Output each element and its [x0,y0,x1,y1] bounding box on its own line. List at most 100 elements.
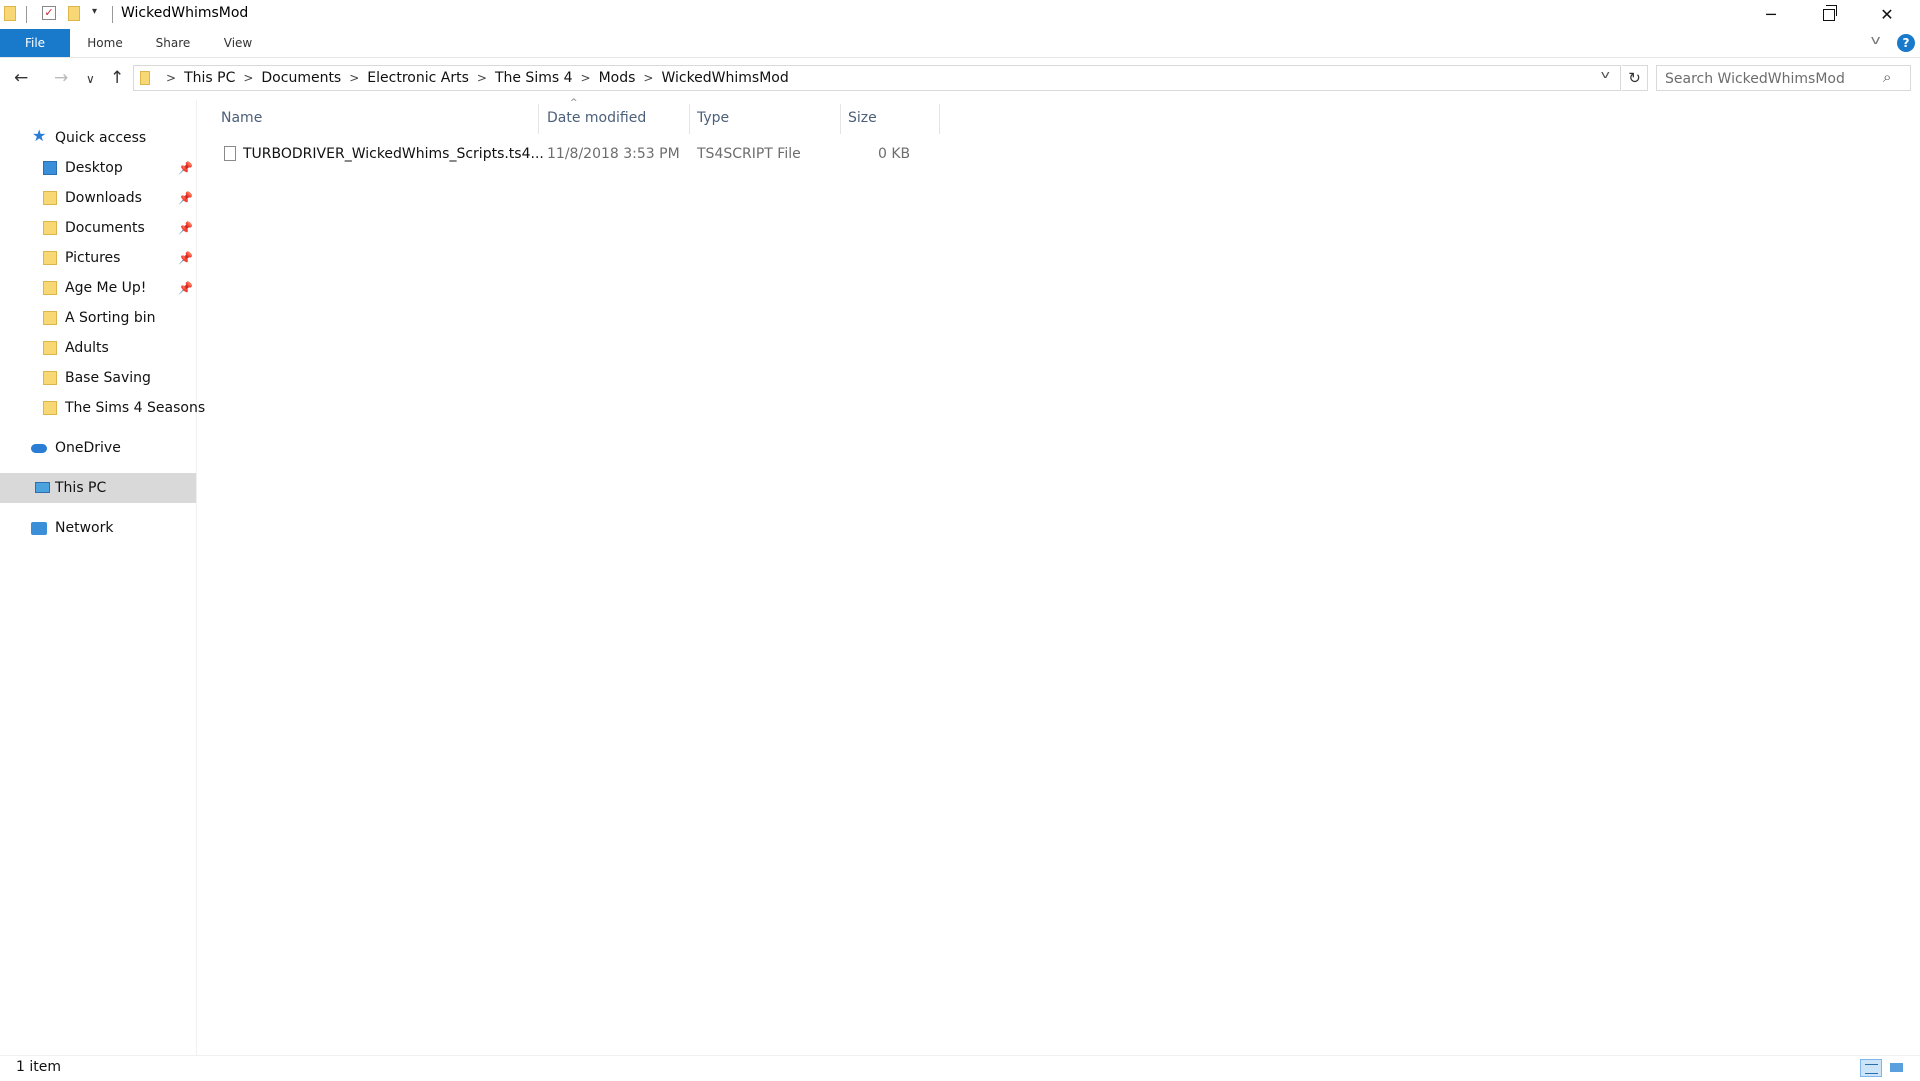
details-view-button[interactable] [1860,1059,1882,1077]
sidebar-item-the-sims-4-seasons[interactable]: The Sims 4 Seasons [0,393,205,423]
tab-home[interactable]: Home [70,29,140,57]
pin-icon[interactable]: 📌 [178,243,193,273]
table-row[interactable]: TURBODRIVER_WickedWhims_Scripts.ts4... 1… [218,142,940,166]
window-title: WickedWhimsMod [121,5,249,21]
tab-view[interactable]: View [206,29,270,57]
file-type: TS4SCRIPT File [697,146,801,162]
large-icons-view-button[interactable] [1886,1059,1908,1077]
sidebar-item-label: The Sims 4 Seasons [65,400,206,416]
column-header-name[interactable]: Name [221,100,262,136]
search-input[interactable] [1663,69,1877,89]
tab-share[interactable]: Share [140,29,206,57]
breadcrumb-separator-icon[interactable]: > [477,66,487,90]
navigation-pane: ★ Quick access Desktop 📌 Downloads 📌 Doc… [0,100,205,1055]
folder-icon [43,371,57,385]
folder-icon[interactable] [4,6,16,21]
restore-icon [1823,5,1837,21]
sidebar-item-pictures[interactable]: Pictures 📌 [0,243,196,273]
sidebar-item-label: Documents [65,220,145,236]
folder-icon [43,311,57,325]
network-icon [31,522,47,535]
forward-arrow-icon[interactable]: → [54,68,68,88]
nav-this-pc[interactable]: This PC [0,473,196,503]
sidebar-item-documents[interactable]: Documents 📌 [0,213,196,243]
nav-onedrive[interactable]: OneDrive [0,433,196,463]
breadcrumb-separator-icon[interactable]: > [643,66,653,90]
pictures-folder-icon [43,251,57,265]
sidebar-item-label: Downloads [65,190,142,206]
column-header-date-modified[interactable]: Date modified [547,100,646,136]
sidebar-item-age-me-up[interactable]: Age Me Up! 📌 [0,273,196,303]
search-box[interactable]: ⌕ [1656,65,1911,91]
breadcrumb-separator-icon[interactable]: > [166,66,176,90]
file-date-modified: 11/8/2018 3:53 PM [547,146,680,162]
downloads-folder-icon [43,191,57,205]
column-divider[interactable] [689,104,690,134]
breadcrumb-documents[interactable]: Documents [261,66,341,90]
refresh-icon: ↻ [1628,69,1641,87]
up-arrow-icon[interactable]: ↑ [110,68,124,88]
sidebar-item-a-sorting-bin[interactable]: A Sorting bin [0,303,196,333]
address-bar[interactable]: > This PC > Documents > Electronic Arts > The S… [133,65,1621,91]
back-arrow-icon[interactable]: ← [14,68,28,88]
details-view-icon [1865,1064,1878,1074]
nav-quick-access[interactable]: ★ Quick access [0,123,196,153]
expand-ribbon-icon[interactable]: v [1871,33,1881,47]
sidebar-item-adults[interactable]: Adults [0,333,196,363]
address-row: ← → ∨ ↑ > This PC > Documents > Electronic Ar… [0,58,1920,100]
maximize-button[interactable] [1800,0,1858,29]
status-bar: 1 item [0,1055,1920,1081]
new-folder-icon[interactable] [68,6,80,21]
file-name: TURBODRIVER_WickedWhims_Scripts.ts4... [243,146,544,162]
help-icon[interactable]: ? [1897,34,1915,52]
sidebar-item-label: Base Saving [65,370,151,386]
tab-file[interactable]: File [0,29,70,57]
folder-icon [140,71,150,85]
star-icon: ★ [32,126,47,145]
search-icon[interactable]: ⌕ [1883,68,1891,86]
customize-toolbar-arrow-icon[interactable]: ▾ [92,6,97,17]
breadcrumb-wickedwhimsmod[interactable]: WickedWhimsMod [661,66,788,90]
recent-locations-chevron-icon[interactable]: ∨ [86,72,95,86]
sidebar-item-desktop[interactable]: Desktop 📌 [0,153,196,183]
column-divider[interactable] [840,104,841,134]
documents-folder-icon [43,221,57,235]
folder-icon [43,401,57,415]
sidebar-item-label: Pictures [65,250,121,266]
breadcrumb-separator-icon[interactable]: > [581,66,591,90]
refresh-button[interactable]: ↻ [1622,65,1648,91]
close-icon: ✕ [1880,5,1894,24]
column-divider[interactable] [538,104,539,134]
pin-icon[interactable]: 📌 [178,153,193,183]
nav-quick-access-label: Quick access [55,130,147,146]
address-dropdown-icon[interactable]: v [1601,68,1610,81]
toolbar-divider [112,6,113,23]
minimize-button[interactable]: ─ [1742,0,1800,29]
breadcrumb-separator-icon[interactable]: > [243,66,253,90]
large-icons-view-icon [1890,1063,1903,1072]
file-list: ^ Name Date modified Type Size TURBODRIV… [198,98,1920,1055]
column-header-type[interactable]: Type [697,100,729,136]
breadcrumb-mods[interactable]: Mods [599,66,636,90]
minimize-icon: ─ [1766,5,1776,24]
breadcrumb-this-pc[interactable]: This PC [184,66,235,90]
breadcrumb-separator-icon[interactable]: > [349,66,359,90]
column-divider[interactable] [939,104,940,134]
folder-icon [43,341,57,355]
sidebar-item-downloads[interactable]: Downloads 📌 [0,183,196,213]
nav-onedrive-label: OneDrive [55,440,121,456]
sidebar-item-label: A Sorting bin [65,310,156,326]
column-header-size[interactable]: Size [848,100,877,136]
breadcrumb-the-sims-4[interactable]: The Sims 4 [495,66,573,90]
item-count: 1 item [16,1059,61,1075]
sidebar-item-base-saving[interactable]: Base Saving [0,363,196,393]
ribbon: File Home Share View v ? [0,29,1920,58]
pin-icon[interactable]: 📌 [178,273,193,303]
pin-icon[interactable]: 📌 [178,213,193,243]
sidebar-item-label: Adults [65,340,109,356]
close-button[interactable]: ✕ [1858,0,1916,29]
nav-network[interactable]: Network [0,513,196,543]
breadcrumb-electronic-arts[interactable]: Electronic Arts [367,66,469,90]
properties-icon[interactable]: ✓ [42,6,56,20]
pin-icon[interactable]: 📌 [178,183,193,213]
